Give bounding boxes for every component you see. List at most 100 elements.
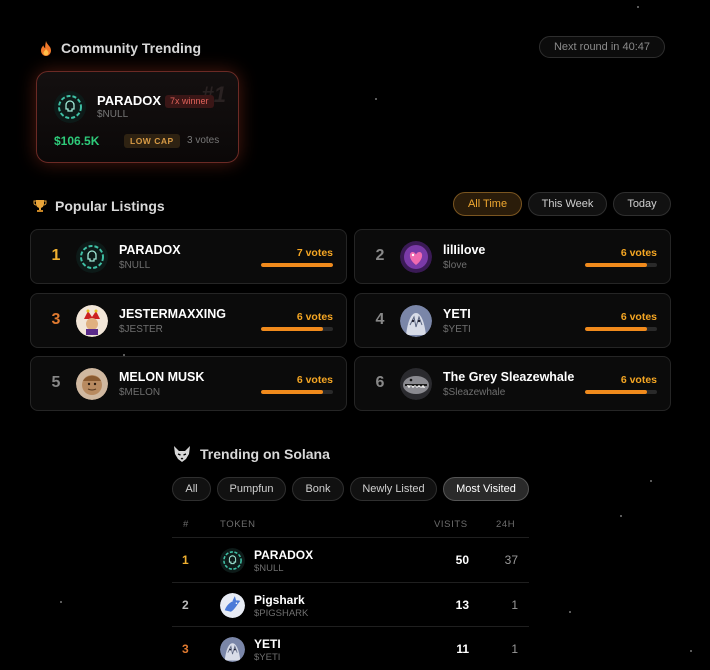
row-visits: 50 [455,553,469,567]
listing-votes: 6 votes [296,374,333,386]
listing-rank: 3 [51,311,61,328]
listing-votes: 6 votes [620,374,657,386]
wolf-icon [172,444,192,464]
jester-avatar [76,305,108,337]
fire-icon [38,40,54,56]
community-trending-header: Community Trending [38,40,201,56]
next-round-timer: Next round in 40:47 [539,36,665,58]
row-index: 3 [182,642,189,656]
vote-progress-bar [261,327,333,331]
star-decoration [620,515,622,517]
low-cap-badge: LOW CAP [124,134,180,148]
table-row[interactable]: 1 PARADOX $NULL 50 37 [172,537,529,581]
paradox-avatar [76,241,108,273]
listing-ticker: $YETI [443,324,471,335]
column-header-24h: 24H [496,519,516,530]
yeti-avatar [220,637,245,662]
listing-rank: 5 [51,374,61,391]
star-decoration [60,601,62,603]
listing-rank: 4 [375,311,385,328]
star-decoration [569,611,571,613]
vote-progress-fill [261,390,323,394]
trending-solana-header: Trending on Solana [172,444,330,464]
whale-avatar [400,368,432,400]
row-index: 2 [182,598,189,612]
listing-name: MELON MUSK [119,370,205,384]
trending-token-price: $106.5K [54,134,100,148]
trending-token-ticker: $NULL [97,109,129,120]
row-visits: 11 [456,642,469,656]
filter-all[interactable]: All [172,477,211,501]
listing-card-yeti[interactable]: 4 YETI $YETI 6 votes [354,293,671,348]
vote-progress-bar [585,263,657,267]
heart-avatar [400,241,432,273]
listing-votes: 6 votes [620,247,657,259]
row-token-name: Pigshark [254,593,305,607]
listing-votes: 7 votes [296,247,333,259]
vote-progress-fill [585,390,647,394]
trending-solana-title: Trending on Solana [200,446,330,462]
column-header-index: # [183,519,189,530]
row-token-ticker: $NULL [254,563,284,574]
listing-votes: 6 votes [296,311,333,323]
row-token-name: YETI [254,637,281,651]
filter-today[interactable]: Today [613,192,671,216]
popular-listings-header: Popular Listings [32,198,165,214]
listing-ticker: $Sleazewhale [443,387,506,398]
table-row[interactable]: 3 YETI $YETI 11 1 [172,626,529,670]
row-visits: 13 [455,598,469,612]
row-token-name: PARADOX [254,548,314,562]
row-24h: 1 [511,642,518,656]
star-decoration [375,98,377,100]
vote-progress-fill [585,263,647,267]
listing-card-grey-sleazewhale[interactable]: 6 The Grey Sleazewhale $Sleazewhale 6 vo… [354,356,671,411]
filter-bonk[interactable]: Bonk [292,477,344,501]
column-header-token: TOKEN [220,519,256,530]
listing-card-melon-musk[interactable]: 5 MELON MUSK $MELON 6 votes [30,356,347,411]
listing-name: PARADOX [119,243,181,257]
filter-newly-listed[interactable]: Newly Listed [350,477,437,501]
star-decoration [637,6,639,8]
star-decoration [690,650,692,652]
listing-ticker: $JESTER [119,324,163,335]
listing-votes: 6 votes [620,311,657,323]
filter-all-time[interactable]: All Time [453,192,522,216]
listing-ticker: $NULL [119,260,151,271]
trending-token-votes: 3 votes [187,135,220,146]
listing-card-lilIilove[interactable]: 2 lilIilove $love 6 votes [354,229,671,284]
listing-card-paradox[interactable]: 1 PARADOX $NULL 7 votes [30,229,347,284]
star-decoration [650,480,652,482]
filter-most-visited[interactable]: Most Visited [443,477,529,501]
filter-this-week[interactable]: This Week [528,192,607,216]
trophy-icon [32,198,48,214]
melon-avatar [76,368,108,400]
table-row[interactable]: 2 Pigshark $PIGSHARK 13 1 [172,582,529,626]
listing-name: YETI [443,307,471,321]
vote-progress-bar [585,327,657,331]
listing-ticker: $love [443,260,467,271]
listing-ticker: $MELON [119,387,161,398]
vote-progress-bar [585,390,657,394]
listing-card-jestermaxxing[interactable]: 3 JESTERMAXXING $JESTER 6 votes [30,293,347,348]
vote-progress-fill [585,327,647,331]
community-trending-title: Community Trending [61,40,201,56]
filter-pumpfun[interactable]: Pumpfun [217,477,286,501]
community-trending-card[interactable]: #1 PARADOX 7x winner $NULL $106.5K LOW C… [36,71,239,163]
vote-progress-fill [261,327,323,331]
trending-token-name: PARADOX [97,93,162,108]
vote-progress-bar [261,390,333,394]
listing-name: The Grey Sleazewhale [443,370,575,384]
row-index: 1 [182,553,189,567]
listing-rank: 1 [51,247,61,264]
vote-progress-bar [261,263,333,267]
vote-progress-fill [261,263,333,267]
column-header-visits: VISITS [434,519,468,530]
listing-rank: 2 [375,247,385,264]
paradox-avatar [54,91,86,128]
popular-listings-title: Popular Listings [55,198,165,214]
listing-name: JESTERMAXXING [119,307,226,321]
row-token-ticker: $YETI [254,652,281,663]
yeti-avatar [400,305,432,337]
row-token-ticker: $PIGSHARK [254,608,309,619]
pigshark-avatar [220,593,245,618]
